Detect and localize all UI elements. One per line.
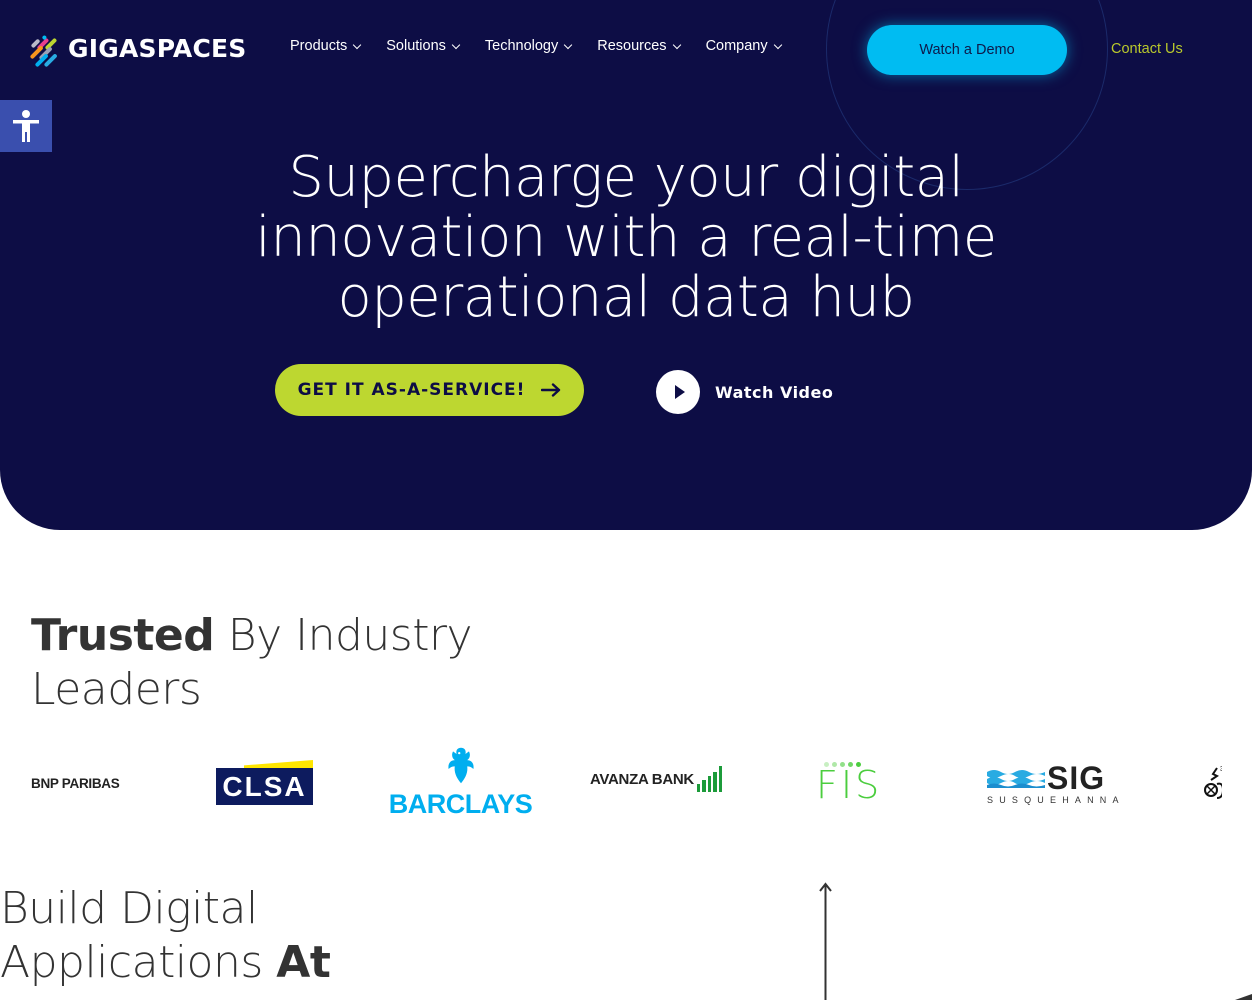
build-heading: Build Digital Applications At: [0, 882, 331, 990]
accessibility-icon: [13, 110, 39, 142]
logo-text: CLSA: [216, 768, 313, 805]
build-heading-bold: At: [276, 937, 331, 988]
logo-text: FIS: [816, 763, 883, 807]
nav-item-technology[interactable]: Technology: [484, 38, 573, 54]
arrow-right-icon: [541, 383, 561, 397]
watch-video-button[interactable]: Watch Video: [656, 370, 833, 414]
chevron-down-icon: [564, 40, 573, 50]
logo-mark-icon: [29, 31, 64, 68]
waves-icon: [987, 770, 1045, 788]
build-heading-line1: Build Digital: [0, 883, 258, 934]
nav-item-resources[interactable]: Resources: [597, 38, 681, 54]
nav-label: Technology: [484, 38, 559, 54]
trusted-heading: Trusted By Industry Leaders: [31, 609, 473, 717]
hero-title-line: operational data hub: [337, 265, 915, 330]
chevron-down-icon: [352, 40, 362, 50]
accessibility-button[interactable]: [0, 100, 52, 152]
chevron-down-icon: [451, 40, 461, 50]
build-heading-line2: Applications: [0, 937, 277, 988]
logo-bnp-paribas: BNP PARIBAS: [31, 776, 120, 791]
horizontal-axis-arrowhead: [1235, 994, 1252, 1000]
nav-item-products[interactable]: Products: [290, 38, 362, 54]
contact-us-link[interactable]: Contact Us: [1111, 41, 1183, 57]
hero-section: GIGASPACES Products Solutions Technology…: [0, 0, 1252, 530]
client-logos-carousel: BNP PARIBAS CLSA BARCLAYS AVANZA BANK FI…: [0, 740, 1222, 830]
logo-partial-crest: 3: [1203, 764, 1222, 804]
gigaspaces-logo[interactable]: GIGASPACES: [29, 31, 247, 68]
nav-label: Company: [705, 38, 768, 54]
nav-label: Solutions: [386, 38, 446, 54]
nav-label: Products: [290, 38, 348, 54]
hero-title: Supercharge your digital innovation with…: [0, 148, 1252, 328]
hero-title-line: innovation with a real-time: [255, 205, 997, 270]
hero-title-line: Supercharge your digital: [288, 145, 964, 210]
nav-item-company[interactable]: Company: [705, 38, 782, 54]
brand-name: GIGASPACES: [68, 33, 247, 63]
logo-fis: FIS: [816, 762, 883, 807]
logo-avanza-bank: AVANZA BANK: [590, 766, 723, 792]
axis-arrowhead-icon: [819, 882, 832, 892]
logo-text: AVANZA BANK: [590, 770, 694, 788]
logo-sig-susquehanna: SIG SUSQUEHANNA: [987, 760, 1125, 805]
trusted-heading-bold: Trusted: [31, 610, 215, 661]
logo-text: BNP PARIBAS: [31, 776, 120, 791]
logo-clsa: CLSA: [216, 760, 313, 805]
nav-label: Resources: [597, 38, 667, 54]
trusted-heading-line2: Leaders: [31, 664, 202, 715]
chevron-down-icon: [773, 40, 782, 50]
main-nav: Products Solutions Technology Resources …: [290, 38, 782, 54]
watch-demo-button[interactable]: Watch a Demo: [867, 25, 1067, 75]
play-icon: [656, 370, 700, 414]
svg-text:3: 3: [1220, 766, 1222, 773]
signal-bars-icon: [696, 766, 723, 792]
logo-subtext: SUSQUEHANNA: [987, 795, 1125, 805]
trusted-heading-rest: By Industry: [214, 610, 473, 661]
nav-item-solutions[interactable]: Solutions: [386, 38, 461, 54]
crest-icon: 3: [1204, 766, 1222, 799]
logo-text: BARCLAYS: [388, 789, 533, 819]
logo-text: SIG: [1047, 760, 1106, 796]
cta-label: GET IT AS-A-SERVICE!: [297, 380, 526, 400]
watch-video-label: Watch Video: [715, 382, 834, 402]
get-it-as-a-service-button[interactable]: GET IT AS-A-SERVICE!: [275, 364, 584, 416]
logo-barclays: BARCLAYS: [389, 746, 533, 820]
chevron-down-icon: [672, 40, 681, 50]
eagle-icon: [447, 747, 474, 784]
